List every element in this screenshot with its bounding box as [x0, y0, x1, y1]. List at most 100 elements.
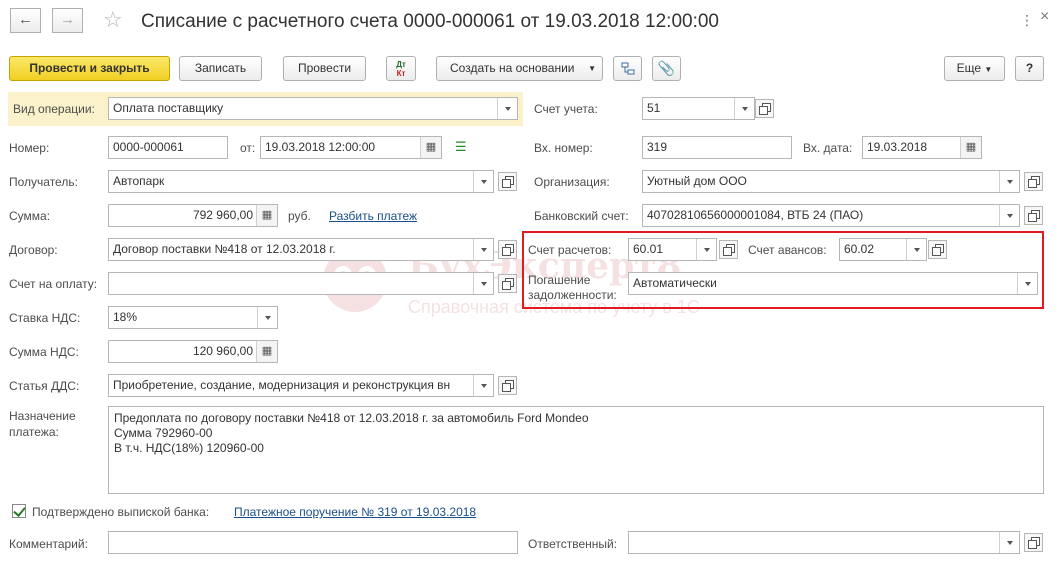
- advance-account-select[interactable]: 60.02: [839, 238, 927, 261]
- comment-label: Комментарий:: [9, 537, 88, 551]
- chevron-down-icon[interactable]: [734, 98, 754, 119]
- payment-purpose-textarea[interactable]: Предоплата по договору поставки №418 от …: [108, 406, 1044, 494]
- page-title: Списание с расчетного счета 0000-000061 …: [141, 11, 719, 32]
- open-bank-account-button[interactable]: [1024, 206, 1043, 225]
- chevron-down-icon[interactable]: [906, 239, 926, 260]
- contract-select[interactable]: Договор поставки №418 от 12.03.2018 г.: [108, 238, 494, 261]
- dds-label: Статья ДДС:: [9, 379, 80, 393]
- calculator-icon[interactable]: ▦: [256, 205, 277, 226]
- vat-sum-label: Сумма НДС:: [9, 345, 79, 359]
- chevron-down-icon[interactable]: [999, 171, 1019, 192]
- purpose-label-line2: платежа:: [9, 425, 59, 439]
- payment-order-link[interactable]: Платежное поручение № 319 от 19.03.2018: [234, 505, 476, 519]
- split-payment-link[interactable]: Разбить платеж: [329, 209, 417, 223]
- open-dds-button[interactable]: [498, 376, 517, 395]
- chevron-down-icon[interactable]: [257, 307, 277, 328]
- sum-field[interactable]: 792 960,00 ▦: [108, 204, 278, 227]
- debt-repayment-select[interactable]: Автоматически: [628, 272, 1038, 295]
- calendar-icon[interactable]: ▦: [960, 137, 981, 158]
- open-contract-button[interactable]: [498, 240, 517, 259]
- organization-value: Уютный дом ООО: [647, 174, 747, 188]
- organization-select[interactable]: Уютный дом ООО: [642, 170, 1020, 193]
- attach-button[interactable]: 📎: [652, 56, 681, 81]
- star-icon[interactable]: ☆: [103, 7, 123, 33]
- open-responsible-button[interactable]: [1024, 533, 1043, 552]
- comment-field[interactable]: [108, 531, 518, 554]
- operation-type-select[interactable]: Оплата поставщику: [108, 97, 518, 120]
- bank-account-label: Банковский счет:: [534, 209, 629, 223]
- recipient-value: Автопарк: [113, 174, 165, 188]
- settlement-account-select[interactable]: 60.01: [628, 238, 717, 261]
- advance-account-label: Счет авансов:: [748, 243, 827, 257]
- debt-repayment-label-line2: задолженности:: [528, 288, 617, 302]
- open-advance-account-button[interactable]: [928, 240, 947, 259]
- vat-rate-value: 18%: [113, 310, 138, 324]
- forward-button[interactable]: →: [52, 8, 83, 33]
- vat-sum-field[interactable]: 120 960,00 ▦: [108, 340, 278, 363]
- structure-button[interactable]: [613, 56, 642, 81]
- number-field[interactable]: 0000-000061: [108, 136, 228, 159]
- create-based-on-button[interactable]: Создать на основании ▼: [436, 56, 603, 81]
- open-account-button[interactable]: [755, 99, 774, 118]
- sum-label: Сумма:: [9, 209, 51, 223]
- settlement-account-label: Счет расчетов:: [528, 243, 612, 257]
- help-button[interactable]: ?: [1015, 56, 1044, 81]
- recipient-label: Получатель:: [9, 175, 78, 189]
- arrow-right-icon: →: [60, 11, 75, 28]
- in-number-label: Вх. номер:: [534, 141, 593, 155]
- save-button[interactable]: Записать: [179, 56, 262, 81]
- confirmed-checkbox[interactable]: [12, 504, 26, 518]
- kt-label: Кт: [396, 69, 406, 78]
- in-date-field[interactable]: 19.03.2018 ▦: [862, 136, 982, 159]
- chevron-down-icon[interactable]: [696, 239, 716, 260]
- responsible-select[interactable]: [628, 531, 1020, 554]
- invoice-select[interactable]: [108, 272, 494, 295]
- in-date-label: Вх. дата:: [803, 141, 853, 155]
- arrow-left-icon: ←: [18, 11, 33, 28]
- calculator-icon[interactable]: ▦: [256, 341, 277, 362]
- recipient-select[interactable]: Автопарк: [108, 170, 494, 193]
- dds-select[interactable]: Приобретение, создание, модернизация и р…: [108, 374, 494, 397]
- open-organization-button[interactable]: [1024, 172, 1043, 191]
- number-label: Номер:: [9, 141, 50, 155]
- more-icon[interactable]: ⋮: [1020, 12, 1035, 29]
- post-button[interactable]: Провести: [283, 56, 366, 81]
- date-field[interactable]: 19.03.2018 12:00:00 ▦: [260, 136, 442, 159]
- calendar-icon[interactable]: ▦: [420, 137, 441, 158]
- account-select[interactable]: 51: [642, 97, 755, 120]
- close-icon[interactable]: ×: [1040, 8, 1049, 26]
- print-status-icon[interactable]: ☰: [455, 139, 467, 155]
- sum-value: 792 960,00: [192, 208, 253, 222]
- vat-sum-value: 120 960,00: [192, 344, 253, 358]
- number-value: 0000-000061: [113, 140, 184, 154]
- bank-account-select[interactable]: 40702810656000001084, ВТБ 24 (ПАО): [642, 204, 1020, 227]
- chevron-down-icon[interactable]: [497, 98, 517, 119]
- more-label: Еще: [956, 61, 982, 75]
- dt-kt-button[interactable]: Дт Кт: [386, 56, 416, 81]
- open-settlement-account-button[interactable]: [719, 240, 738, 259]
- chevron-down-icon[interactable]: [473, 171, 493, 192]
- dds-value: Приобретение, создание, модернизация и р…: [113, 378, 451, 392]
- open-recipient-button[interactable]: [498, 172, 517, 191]
- chevron-down-icon[interactable]: [473, 375, 493, 396]
- more-button[interactable]: Еще ▼: [944, 56, 1005, 81]
- advance-account-value: 60.02: [844, 242, 875, 256]
- in-number-field[interactable]: 319: [642, 136, 792, 159]
- create-based-on-label: Создать на основании: [450, 61, 575, 75]
- back-button[interactable]: ←: [10, 8, 41, 33]
- chevron-down-icon[interactable]: [1017, 273, 1037, 294]
- operation-type-label: Вид операции:: [13, 102, 95, 116]
- chevron-down-icon[interactable]: [473, 273, 493, 294]
- account-value: 51: [647, 101, 661, 115]
- date-label: от:: [240, 141, 256, 155]
- vat-rate-select[interactable]: 18%: [108, 306, 278, 329]
- open-invoice-button[interactable]: [498, 274, 517, 293]
- post-and-close-button[interactable]: Провести и закрыть: [9, 56, 170, 81]
- currency-label: руб.: [288, 209, 311, 223]
- chevron-down-icon[interactable]: [473, 239, 493, 260]
- chevron-down-icon[interactable]: [999, 532, 1019, 553]
- confirmed-label: Подтверждено выпиской банка:: [32, 505, 210, 519]
- debt-repayment-label-line1: Погашение: [528, 273, 591, 287]
- responsible-label: Ответственный:: [528, 537, 618, 551]
- chevron-down-icon[interactable]: [999, 205, 1019, 226]
